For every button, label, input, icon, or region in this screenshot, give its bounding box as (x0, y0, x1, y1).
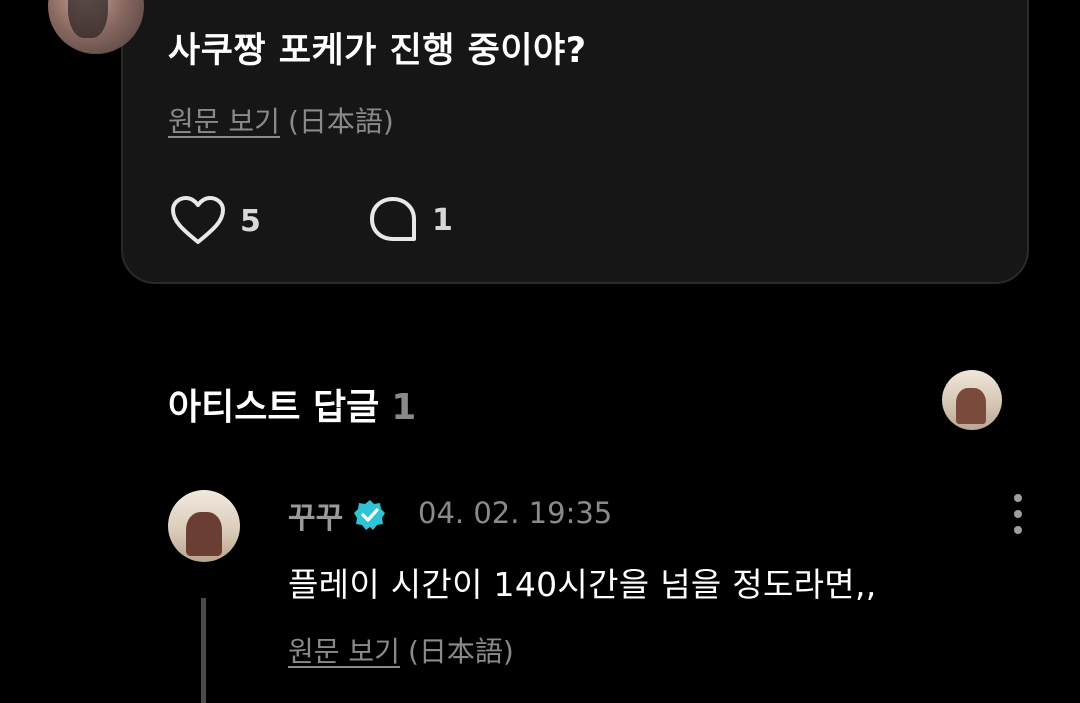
post-view-original-link[interactable]: 원문 보기 (168, 105, 280, 138)
reply-timestamp: 04. 02. 19:35 (418, 496, 613, 530)
artist-replies-title: 아티스트 답글 (168, 387, 380, 428)
more-vertical-icon (1014, 494, 1022, 502)
more-vertical-icon-dot (1014, 526, 1022, 534)
artist-replies-count: 1 (391, 387, 417, 428)
reply-original-language: (日本語) (407, 635, 514, 668)
like-button[interactable]: 5 (170, 195, 261, 247)
artist-avatar-small[interactable] (942, 370, 1002, 430)
reply-author-name: 꾸꾸 (288, 501, 344, 536)
verified-badge-icon (354, 500, 386, 530)
like-count: 5 (240, 203, 261, 239)
post-translate-row: 원문 보기 (日本語) (168, 100, 394, 140)
artist-replies-header: 아티스트 답글 1 (168, 378, 416, 430)
post-original-language: (日本語) (287, 105, 394, 138)
comment-button[interactable]: 1 (368, 195, 453, 245)
fan-post-screen: 사쿠짱 포케가 진행 중이야? 원문 보기 (日本語) 5 1 아티스트 답글 1 … (0, 0, 1080, 703)
reply-text: 플레이 시간이 140시간을 넘을 정도라면,, (288, 565, 877, 604)
reply-translate-row: 원문 보기 (日本語) (288, 630, 514, 670)
more-options-button[interactable] (1006, 492, 1032, 536)
reply-author[interactable]: 꾸꾸 (288, 493, 387, 537)
comment-count: 1 (432, 202, 453, 238)
more-vertical-icon-dot (1014, 510, 1022, 518)
avatar-image (68, 0, 108, 38)
speech-bubble-icon (370, 197, 416, 241)
heart-icon (171, 196, 225, 244)
avatar-image (956, 388, 986, 424)
reply-view-original-link[interactable]: 원문 보기 (288, 635, 400, 668)
thread-line (201, 598, 206, 703)
post-text: 사쿠짱 포케가 진행 중이야? (168, 31, 587, 71)
avatar-image (186, 512, 222, 556)
reply-author-avatar[interactable] (168, 490, 240, 562)
